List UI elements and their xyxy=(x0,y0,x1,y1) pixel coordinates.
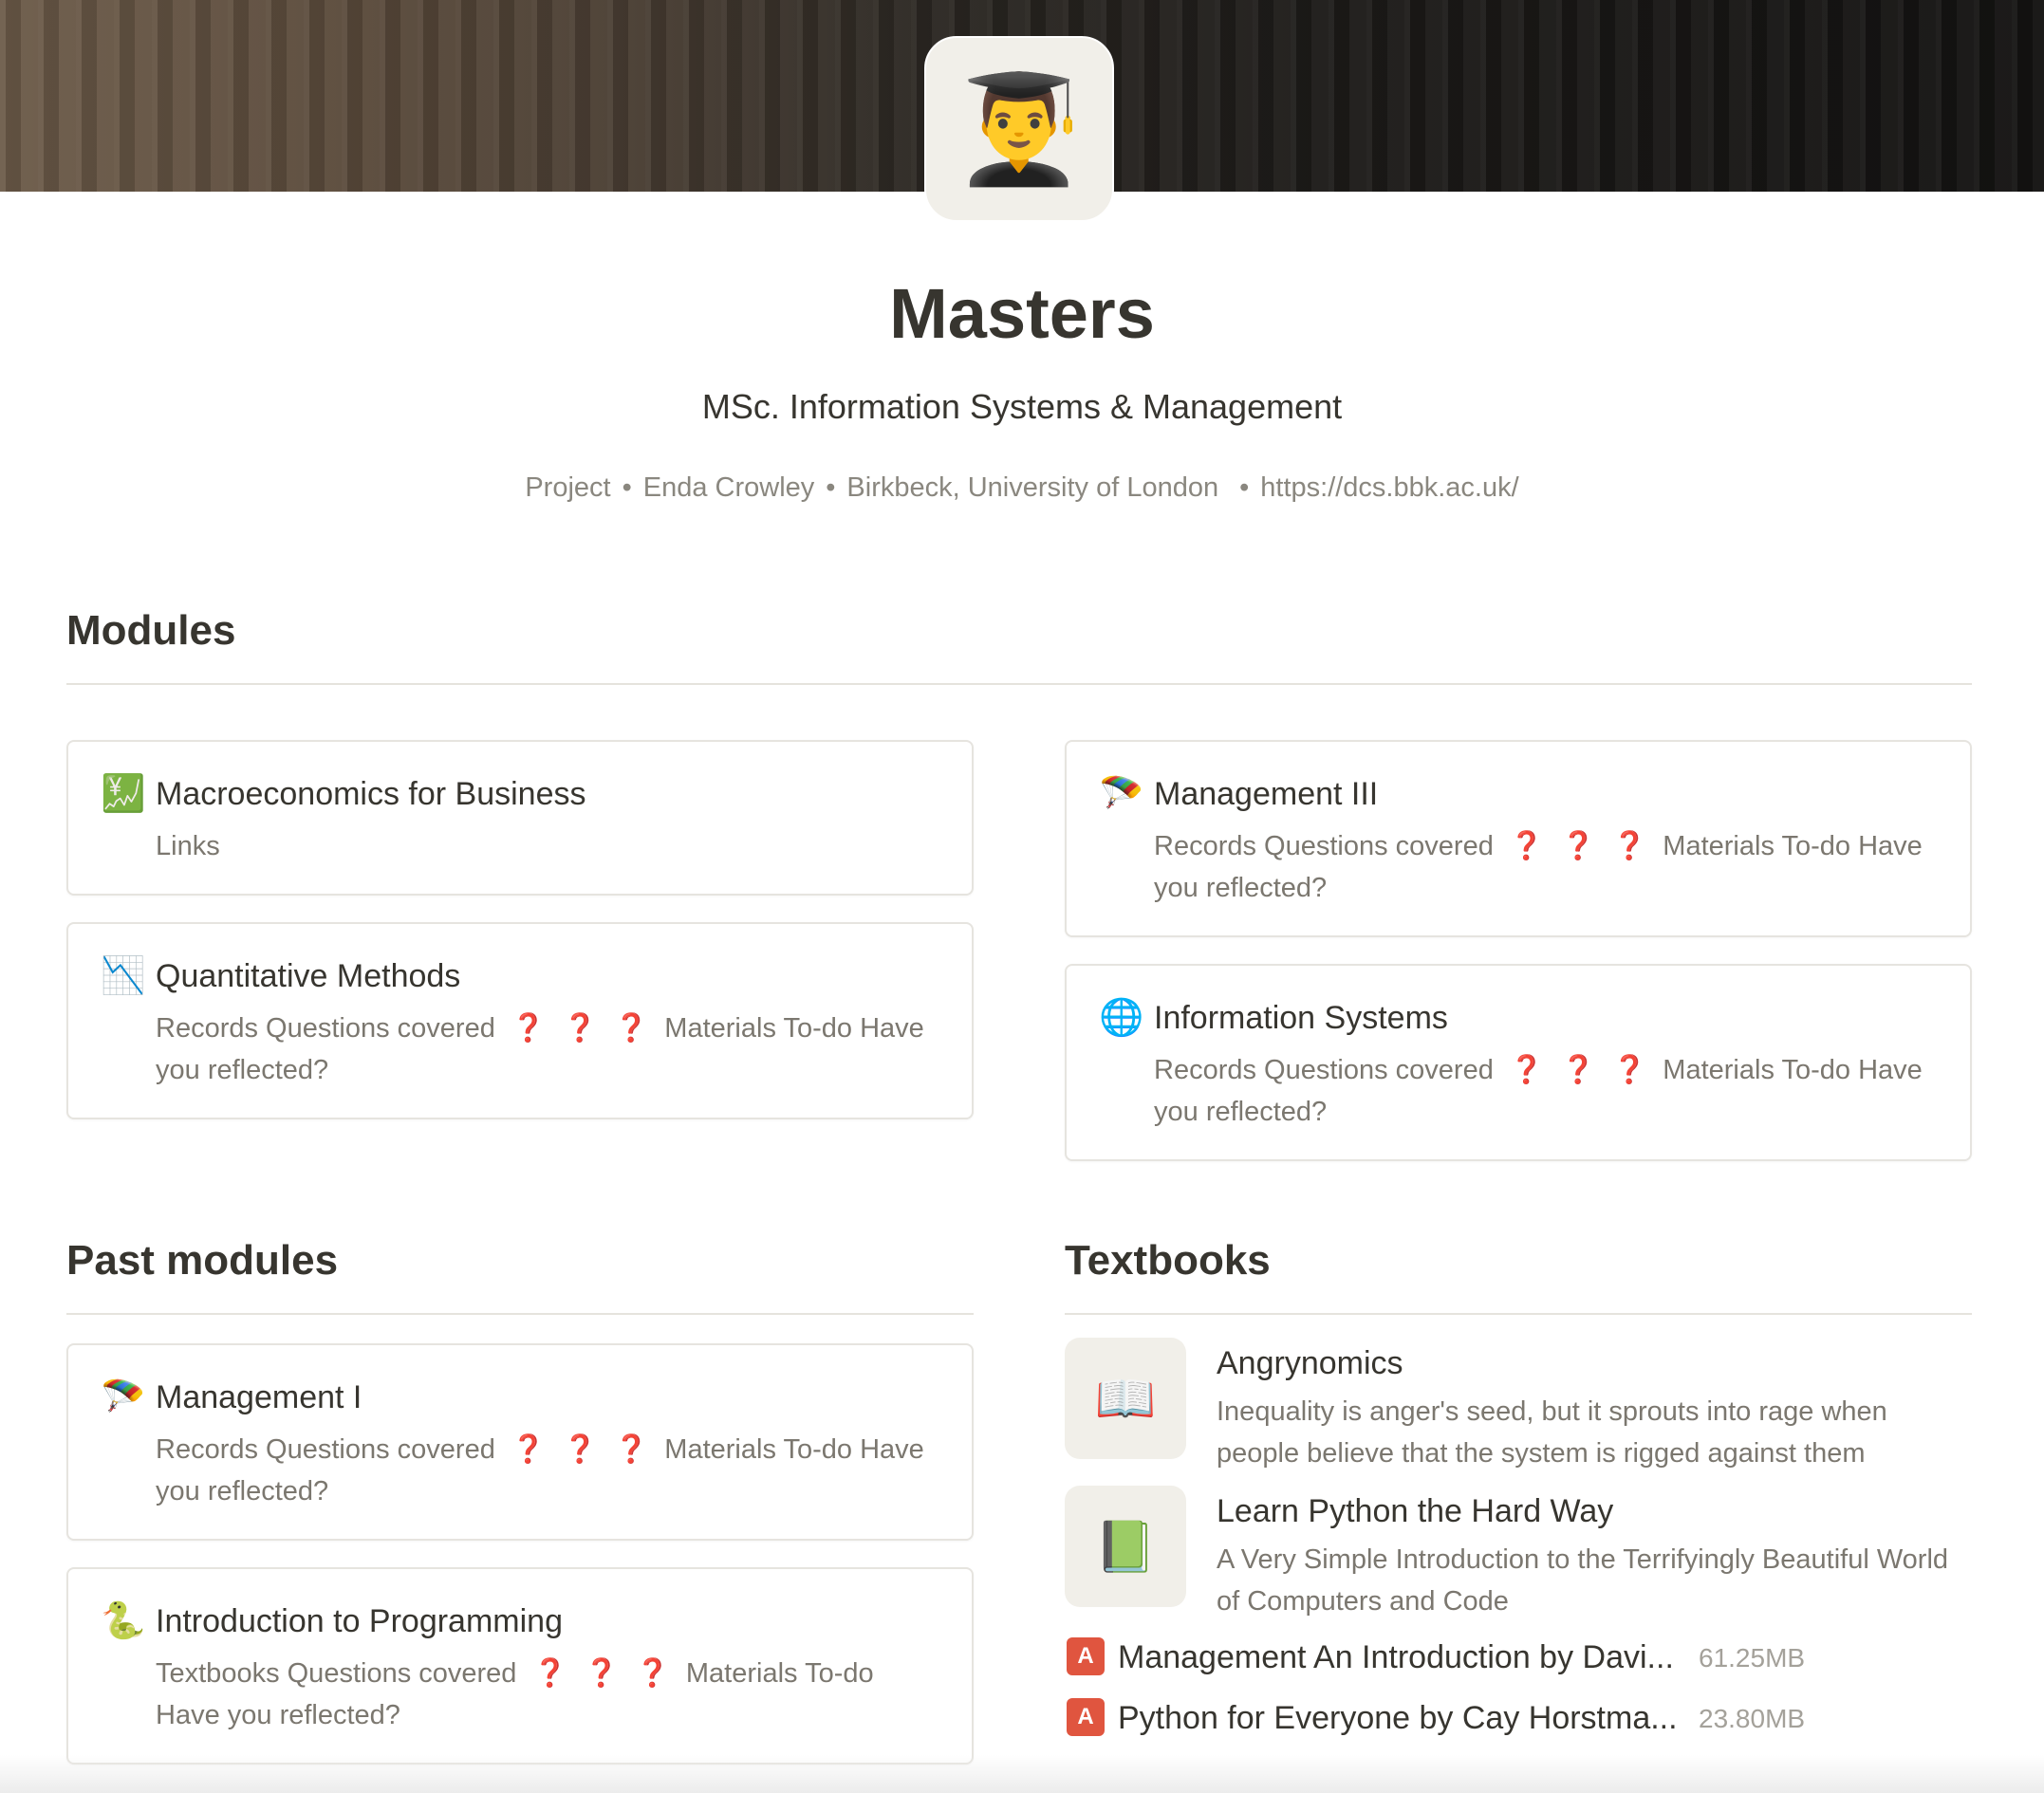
chart-decreasing-icon: 📉 xyxy=(101,956,146,996)
pdf-icon: A xyxy=(1067,1698,1105,1736)
module-title: Introduction to Programming xyxy=(156,1603,563,1639)
question-icon: ❓ xyxy=(1612,831,1647,861)
pdf-icon: A xyxy=(1067,1637,1105,1675)
module-properties: Records Questions covered ❓ ❓ ❓ Materials … xyxy=(1154,1049,1942,1133)
textbook-description: Inequality is anger's seed, but it sprou… xyxy=(1217,1396,1887,1469)
module-properties: Textbooks Questions covered ❓ ❓ ❓ Material… xyxy=(156,1653,943,1736)
meta-link[interactable]: https://dcs.bbk.ac.uk/ xyxy=(1260,472,1518,503)
separator: • xyxy=(622,472,632,503)
question-icon: ❓ xyxy=(1561,831,1596,861)
globe-icon: 🌐 xyxy=(1099,998,1144,1038)
file-size: 23.80MB xyxy=(1699,1704,1806,1733)
meta-author: Enda Crowley xyxy=(642,472,815,503)
question-icon: ❓ xyxy=(563,1013,598,1044)
question-icon: ❓ xyxy=(511,1434,547,1465)
divider xyxy=(66,1313,974,1315)
module-properties: Links xyxy=(156,831,220,861)
section-past-modules-heading: Past modules xyxy=(66,1237,339,1284)
module-card[interactable]: 💹 Macroeconomics for Business Links xyxy=(66,740,974,896)
textbook-title: Learn Python the Hard Way xyxy=(1217,1493,1614,1529)
textbook-item[interactable]: 📖 Angrynomics Inequality is anger's seed… xyxy=(1065,1338,1976,1469)
question-icon: ❓ xyxy=(1509,1055,1545,1085)
snake-icon: 🐍 xyxy=(101,1601,146,1641)
separator: • xyxy=(826,472,836,503)
module-properties: Records Questions covered ❓ ❓ ❓ Materials … xyxy=(1154,825,1942,909)
textbook-item[interactable]: 📗 Learn Python the Hard Way A Very Simpl… xyxy=(1065,1486,1976,1617)
file-name: Management An Introduction by Davi... xyxy=(1118,1639,1674,1675)
file-size: 61.25MB xyxy=(1699,1643,1806,1673)
section-modules-heading: Modules xyxy=(66,607,236,654)
page-subtitle: MSc. Information Systems & Management xyxy=(701,387,1343,426)
separator: • xyxy=(1239,472,1250,503)
page-meta: Project • Enda Crowley • Birkbeck, Universit… xyxy=(0,472,2044,504)
module-title: Macroeconomics for Business xyxy=(156,776,586,812)
question-icon: ❓ xyxy=(584,1658,619,1689)
textbook-description: A Very Simple Introduction to the Terrif… xyxy=(1217,1544,1949,1617)
graduate-icon[interactable]: 👨‍🎓 xyxy=(924,36,1114,222)
page-title: Masters xyxy=(889,274,1155,353)
property-text: Records Questions covered xyxy=(156,1013,495,1044)
past-module-card[interactable]: 🪂 Management I Records Questions covered… xyxy=(66,1343,974,1541)
file-name: Python for Everyone by Cay Horstma... xyxy=(1118,1700,1678,1736)
module-card[interactable]: 🪂 Management III Records Questions cover… xyxy=(1065,740,1972,937)
divider xyxy=(66,683,1972,685)
file-attachment[interactable]: A Management An Introduction by Davi... … xyxy=(1067,1634,1921,1681)
property-text: Textbooks Questions covered xyxy=(156,1658,517,1689)
property-text: Records Questions covered xyxy=(156,1434,495,1465)
bottom-edge xyxy=(0,1755,2044,1793)
property-text: Records Questions covered xyxy=(1154,831,1494,861)
divider xyxy=(1065,1313,1972,1315)
parachute-icon: 🪂 xyxy=(1099,774,1144,814)
parachute-icon: 🪂 xyxy=(101,1377,146,1417)
meta-type: Project xyxy=(525,472,611,503)
module-title: Quantitative Methods xyxy=(156,958,461,994)
green-book-icon: 📗 xyxy=(1065,1486,1186,1607)
module-properties: Records Questions covered ❓ ❓ ❓ Materials … xyxy=(156,1429,943,1512)
question-icon: ❓ xyxy=(511,1013,547,1044)
question-icon: ❓ xyxy=(614,1013,649,1044)
section-textbooks-heading: Textbooks xyxy=(1065,1237,1271,1284)
property-text: Records Questions covered xyxy=(1154,1055,1494,1085)
question-icon: ❓ xyxy=(1561,1055,1596,1085)
module-properties: Records Questions covered ❓ ❓ ❓ Materials … xyxy=(156,1007,943,1091)
chart-yen-icon: 💹 xyxy=(101,774,146,814)
question-icon: ❓ xyxy=(532,1658,567,1689)
module-title: Management III xyxy=(1154,776,1379,812)
meta-institution: Birkbeck, University of London xyxy=(846,472,1219,503)
module-title: Management I xyxy=(156,1379,362,1415)
question-icon: ❓ xyxy=(635,1658,670,1689)
past-module-card[interactable]: 🐍 Introduction to Programming Textbooks … xyxy=(66,1567,974,1765)
textbook-title: Angrynomics xyxy=(1217,1345,1403,1381)
question-icon: ❓ xyxy=(1612,1055,1647,1085)
question-icon: ❓ xyxy=(614,1434,649,1465)
open-book-icon: 📖 xyxy=(1065,1338,1186,1459)
module-card[interactable]: 📉 Quantitative Methods Records Questions… xyxy=(66,922,974,1119)
module-title: Information Systems xyxy=(1154,1000,1448,1036)
file-attachment[interactable]: A Python for Everyone by Cay Horstma... … xyxy=(1067,1694,1921,1742)
module-card[interactable]: 🌐 Information Systems Records Questions … xyxy=(1065,964,1972,1161)
question-icon: ❓ xyxy=(1509,831,1545,861)
question-icon: ❓ xyxy=(563,1434,598,1465)
